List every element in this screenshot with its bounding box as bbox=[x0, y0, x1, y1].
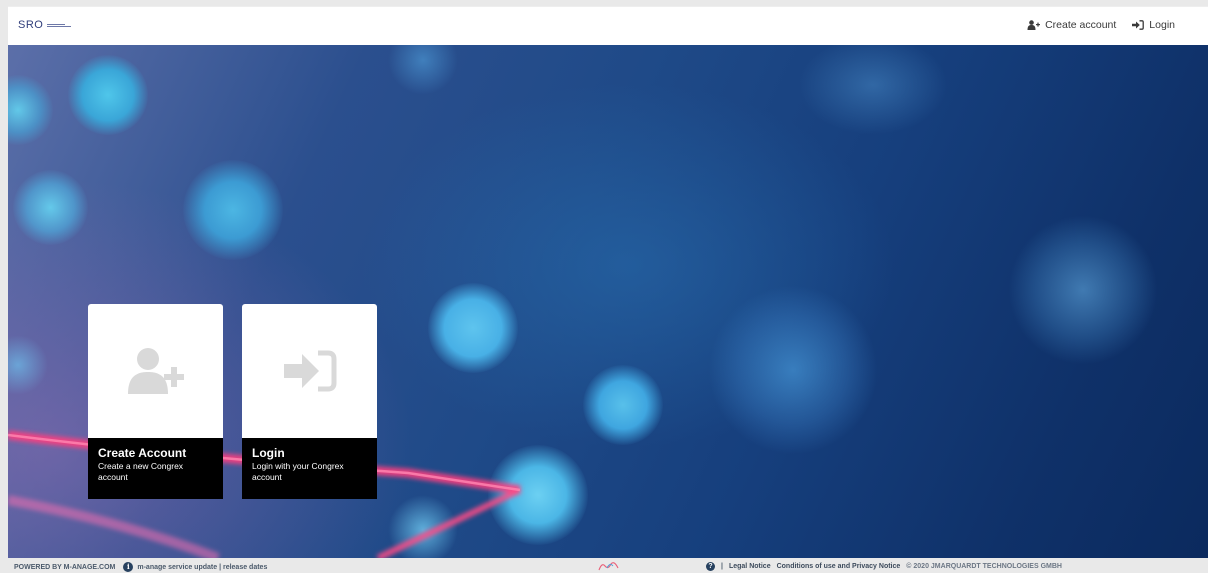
create-account-link[interactable]: Create account bbox=[1027, 19, 1116, 31]
create-account-link-label: Create account bbox=[1045, 19, 1117, 31]
create-account-card[interactable]: Create Account Create a new Congrex acco… bbox=[88, 304, 223, 499]
login-link[interactable]: Login bbox=[1132, 19, 1175, 31]
header-nav: Create account Login bbox=[1027, 19, 1175, 31]
logo-tagline-graphic bbox=[47, 23, 72, 27]
card-title: Create Account bbox=[98, 446, 187, 460]
top-navigation-bar: SRO Create account Login bbox=[8, 6, 1208, 45]
login-card[interactable]: Login Login with your Congrex account bbox=[242, 304, 377, 499]
footer-center bbox=[598, 560, 620, 573]
hero-background: Create Account Create a new Congrex acco… bbox=[8, 45, 1208, 558]
service-update-link[interactable]: i m-anage service update | release dates bbox=[123, 562, 267, 572]
card-description: Login with your Congrex account bbox=[252, 461, 344, 482]
help-icon[interactable]: ? bbox=[706, 562, 715, 571]
logo-text: SRO bbox=[18, 19, 44, 31]
sign-in-icon bbox=[283, 350, 336, 392]
powered-by-link[interactable]: POWERED BY M-ANAGE.COM bbox=[14, 564, 115, 571]
card-title: Login bbox=[252, 446, 285, 460]
sro-logo[interactable]: SRO bbox=[18, 19, 72, 31]
conditions-privacy-link[interactable]: Conditions of use and Privacy Notice bbox=[777, 563, 901, 570]
service-update-label: m-anage service update | release dates bbox=[137, 563, 268, 571]
footer-left: POWERED BY M-ANAGE.COM i m-anage service… bbox=[14, 562, 267, 572]
info-icon: i bbox=[123, 562, 134, 572]
login-card-caption: Login Login with your Congrex account bbox=[242, 438, 377, 499]
user-plus-icon bbox=[1027, 20, 1041, 30]
login-card-icon-area bbox=[242, 304, 377, 438]
create-account-card-caption: Create Account Create a new Congrex acco… bbox=[88, 438, 223, 499]
m-anage-logo-icon bbox=[598, 562, 619, 571]
footer-separator: | bbox=[721, 563, 723, 570]
footer-right: ? | Legal Notice Conditions of use and P… bbox=[706, 562, 1062, 571]
user-plus-icon bbox=[127, 348, 184, 394]
login-link-label: Login bbox=[1149, 19, 1175, 31]
legal-notice-link[interactable]: Legal Notice bbox=[729, 563, 771, 570]
sign-in-icon bbox=[1132, 20, 1145, 30]
create-account-card-icon-area bbox=[88, 304, 223, 438]
footer: POWERED BY M-ANAGE.COM i m-anage service… bbox=[0, 560, 1208, 573]
copyright-text: © 2020 JMARQUARDT TECHNOLOGIES GMBH bbox=[906, 563, 1062, 570]
card-description: Create a new Congrex account bbox=[98, 461, 184, 482]
